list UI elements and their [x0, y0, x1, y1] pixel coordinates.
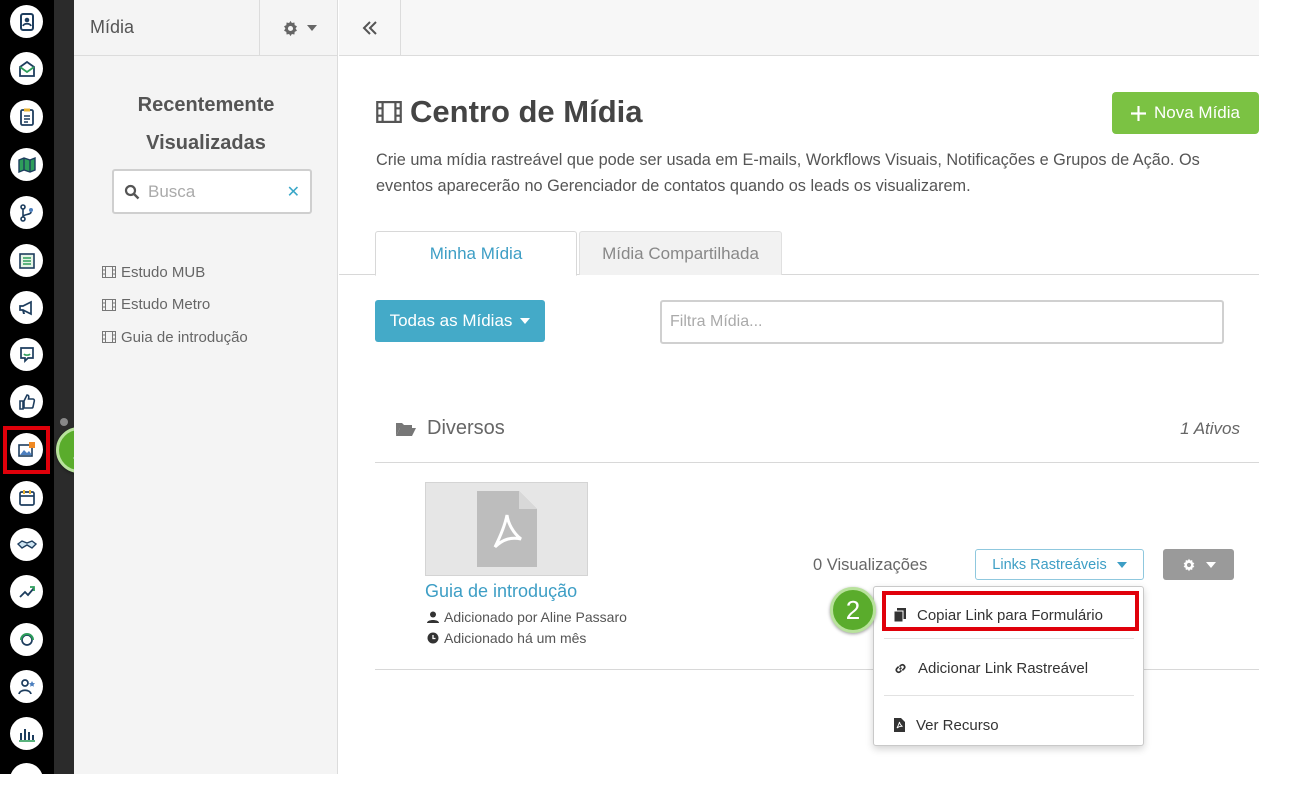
menu-divider [884, 695, 1134, 696]
handshake-icon[interactable] [10, 528, 43, 561]
scroll-indicator [60, 418, 68, 426]
gear-icon [283, 20, 297, 36]
megaphone-icon[interactable] [10, 291, 43, 324]
new-media-button[interactable]: Nova Mídia [1112, 92, 1259, 134]
copy-link-highlight [882, 591, 1139, 631]
email-icon[interactable] [10, 52, 43, 85]
clear-search-icon[interactable]: ✕ [287, 182, 300, 202]
chat-icon[interactable] [10, 338, 43, 371]
app-rail [0, 0, 54, 796]
sidebar-settings-button[interactable] [259, 0, 338, 56]
media-group-header[interactable]: Diversos 1 Ativos [375, 405, 1259, 463]
media-thumbnail[interactable] [425, 482, 588, 576]
calendar-icon[interactable] [10, 481, 43, 514]
tab-my-media[interactable]: Minha Mídia [375, 231, 577, 276]
recent-item[interactable]: Estudo MUB [102, 256, 248, 289]
right-margin [1259, 0, 1297, 774]
flow-icon[interactable] [10, 196, 43, 229]
group-name: Diversos [395, 417, 505, 440]
analytics-icon[interactable] [10, 717, 43, 750]
view-resource-item[interactable]: Ver Recurso [874, 697, 1145, 753]
page-description: Crie uma mídia rastreável que pode ser u… [376, 151, 1200, 195]
recent-item[interactable]: Guia de introdução [102, 321, 248, 354]
pdf-file-icon [476, 491, 537, 567]
film-icon [102, 331, 116, 344]
view-count: 0 Visualizações [813, 556, 928, 574]
menu-divider [884, 638, 1134, 639]
more-icon[interactable] [10, 763, 43, 796]
recent-item[interactable]: Estudo Metro [102, 289, 248, 322]
list-icon[interactable] [10, 244, 43, 277]
recently-viewed-heading: Recentemente Visualizadas [137, 94, 275, 154]
media-tabs: Minha Mídia Mídia Compartilhada [339, 231, 1259, 276]
rail-scrollbar[interactable] [54, 0, 74, 774]
pdf-file-icon [894, 718, 905, 732]
collapse-sidebar-button[interactable] [339, 0, 401, 56]
add-tracking-link-item[interactable]: Adicionar Link Rastreável [874, 640, 1145, 696]
media-sidebar: Mídia Recentemente Visualizadas ✕ Estudo… [74, 0, 338, 774]
film-icon [102, 266, 116, 279]
sidebar-search-input[interactable] [148, 181, 278, 202]
recent-media-list: Estudo MUB Estudo Metro Guia de introduç… [102, 256, 248, 354]
plus-icon [1131, 105, 1146, 121]
caret-down-icon [520, 318, 531, 324]
film-icon [102, 298, 116, 311]
item-settings-button[interactable] [1163, 549, 1234, 580]
sidebar-header: Mídia [74, 0, 337, 56]
main-topbar [339, 0, 1259, 56]
clipboard-icon[interactable] [10, 100, 43, 133]
thumbs-up-icon[interactable] [10, 385, 43, 418]
media-filter[interactable] [660, 300, 1224, 344]
sidebar-title: Mídia [90, 17, 135, 37]
double-chevron-left-icon [362, 21, 377, 35]
sidebar-search[interactable]: ✕ [112, 169, 312, 214]
group-active-count: 1 Ativos [1180, 419, 1240, 438]
added-when: Adicionado há um mês [427, 630, 586, 646]
gear-icon [1183, 558, 1194, 571]
search-icon [124, 184, 140, 199]
user-star-icon[interactable] [10, 670, 43, 703]
caret-down-icon [306, 25, 317, 31]
tab-shared-media[interactable]: Mídia Compartilhada [579, 231, 782, 275]
clock-icon [427, 632, 439, 644]
media-item-name[interactable]: Guia de introdução [425, 581, 577, 602]
media-filter-input[interactable] [670, 313, 1214, 331]
film-icon [376, 101, 402, 123]
trending-icon[interactable] [10, 575, 43, 608]
step-2-badge: 2 [830, 587, 876, 633]
added-by: Adicionado por Aline Passaro [427, 609, 627, 625]
user-icon [427, 611, 439, 623]
caret-down-icon [1205, 561, 1216, 568]
contacts-icon[interactable] [10, 5, 43, 38]
folder-open-icon [396, 422, 416, 436]
link-icon [895, 663, 906, 673]
all-media-dropdown[interactable]: Todas as Mídias [375, 300, 545, 342]
page-title: Centro de Mídia [376, 94, 643, 130]
caret-down-icon [1116, 561, 1127, 568]
support-icon[interactable] [10, 623, 43, 656]
map-icon[interactable] [10, 148, 43, 181]
selected-highlight [3, 426, 50, 474]
tracking-links-button[interactable]: Links Rastreáveis [975, 549, 1144, 580]
